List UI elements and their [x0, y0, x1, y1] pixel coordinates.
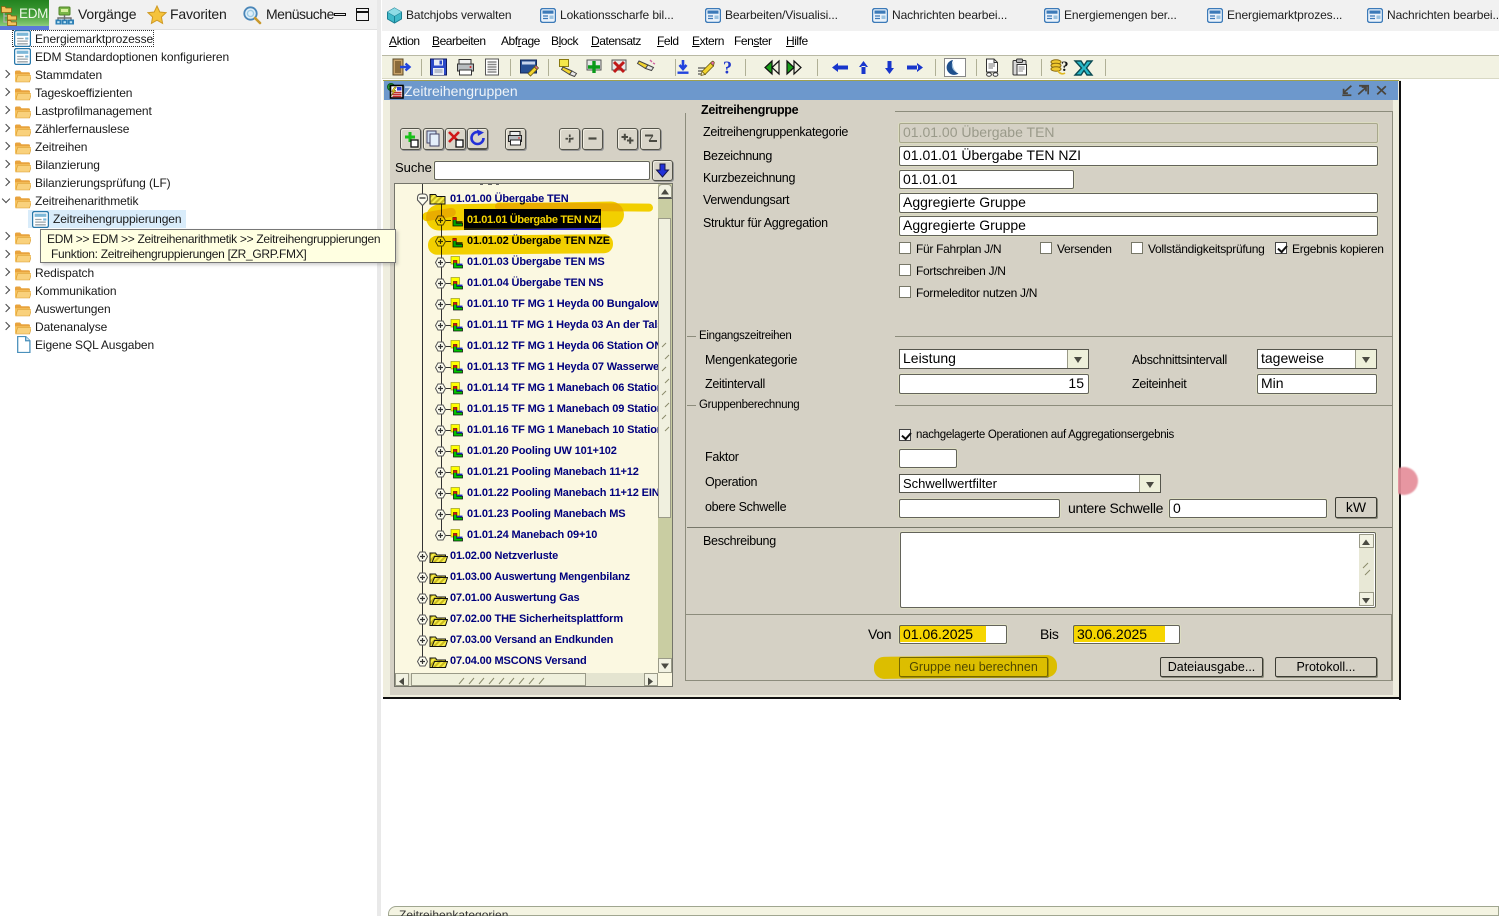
svg-text:?: ? [1061, 59, 1069, 75]
svg-text:?: ? [723, 58, 732, 77]
